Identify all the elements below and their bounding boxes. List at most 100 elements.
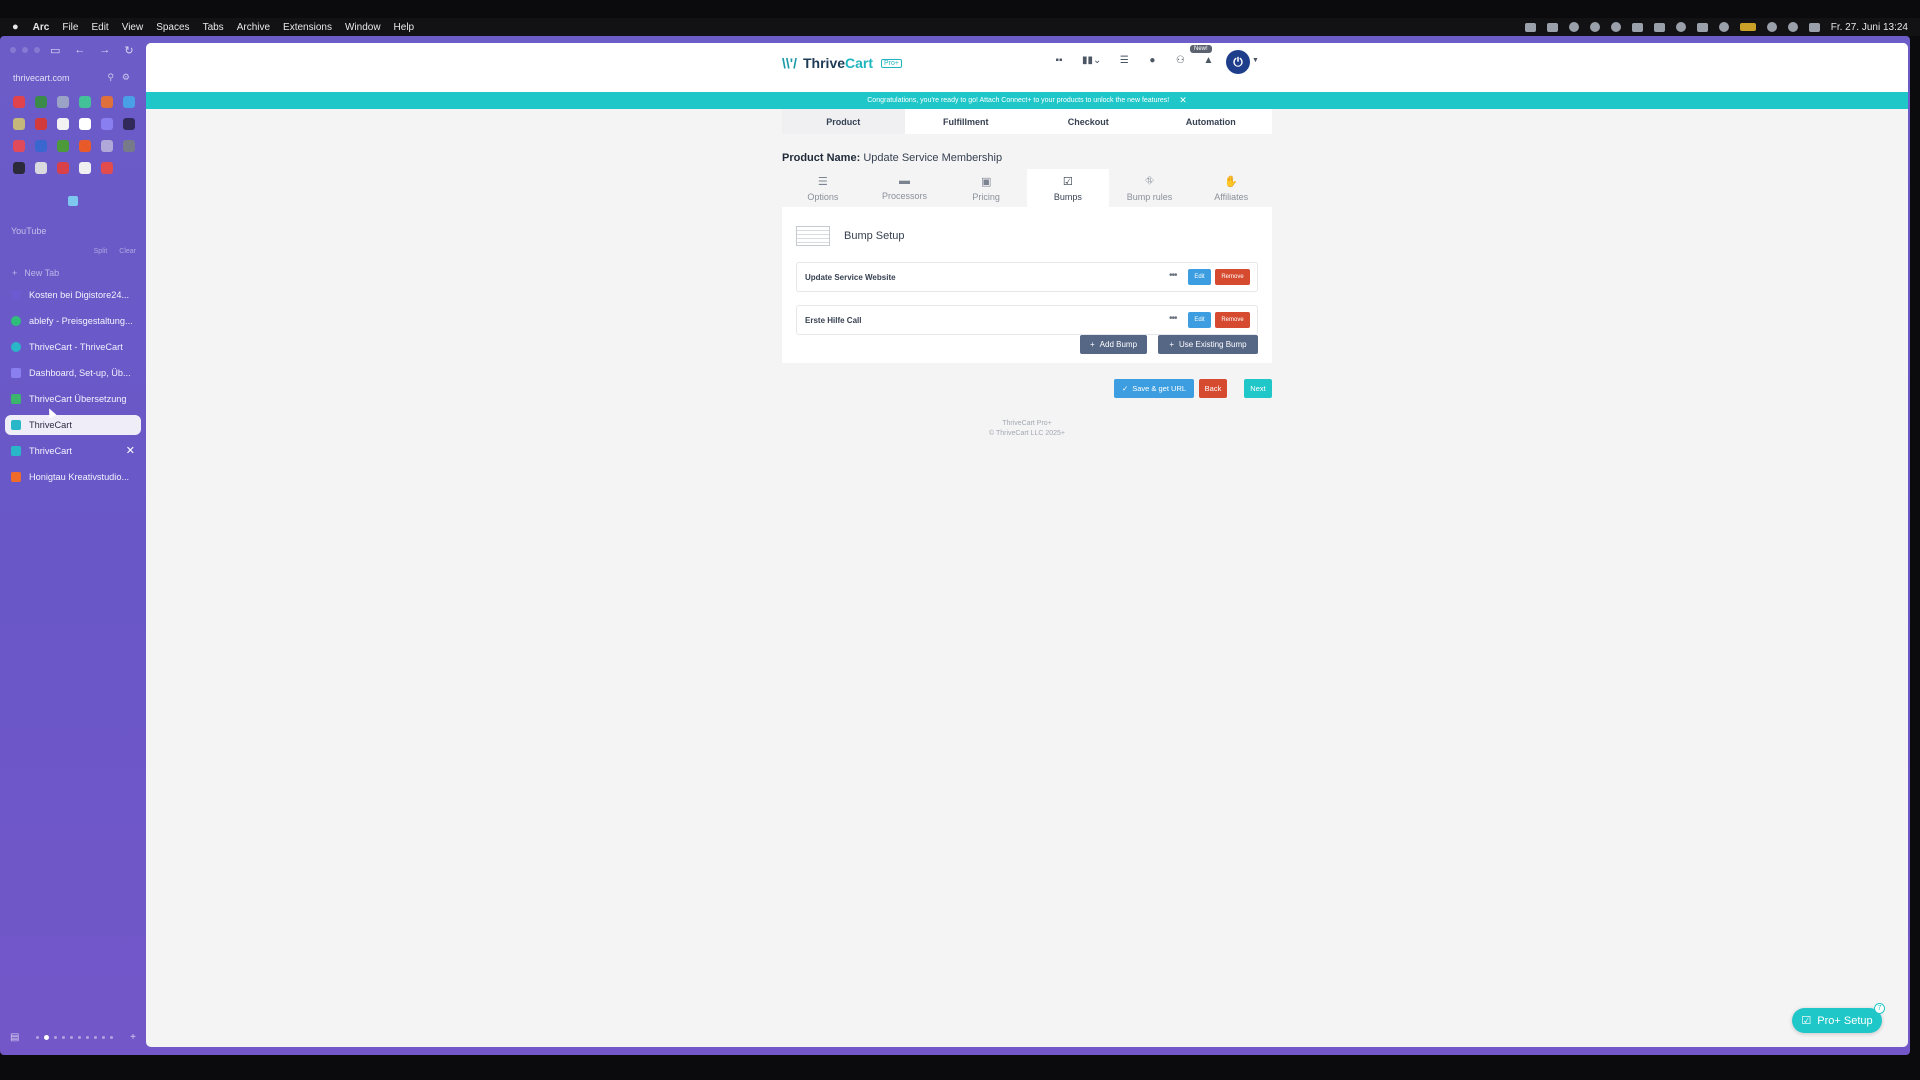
clock-icon[interactable]: [1718, 22, 1729, 32]
favorite-icon[interactable]: [13, 118, 25, 130]
save-and-get-url-button[interactable]: ✓ Save & get URL: [1114, 379, 1194, 398]
play-icon[interactable]: [1675, 22, 1686, 32]
space-dot[interactable]: [62, 1036, 66, 1039]
space-dot[interactable]: [94, 1036, 98, 1039]
screen-record-icon[interactable]: [1524, 22, 1536, 32]
favorite-icon[interactable]: [101, 162, 113, 174]
menu-help[interactable]: Help: [394, 22, 415, 33]
list-icon[interactable]: ☰: [1119, 55, 1129, 66]
vimeo-icon[interactable]: [1610, 22, 1621, 32]
apple-menu-icon[interactable]: ●: [12, 21, 19, 33]
tab-automation[interactable]: Automation: [1150, 109, 1273, 134]
subtab-bump-rules[interactable]: ⛗ Bump rules: [1109, 169, 1191, 207]
subtab-pricing[interactable]: ▣ Pricing: [945, 169, 1027, 207]
sidebar-tab[interactable]: ThriveCart - ThriveCart: [5, 337, 141, 357]
affiliates-network-icon[interactable]: ⚇: [1175, 55, 1185, 66]
sidebar-tab[interactable]: ThriveCart Übersetzung: [5, 389, 141, 409]
close-window-icon[interactable]: [10, 47, 16, 53]
add-bump-button[interactable]: + Add Bump: [1080, 335, 1147, 354]
favorite-icon[interactable]: [123, 96, 135, 108]
favorite-icon[interactable]: [13, 96, 25, 108]
favorite-icon[interactable]: [79, 140, 91, 152]
status-app-icon[interactable]: [1631, 22, 1643, 32]
space-dot[interactable]: [54, 1036, 58, 1039]
camera-icon[interactable]: [1546, 22, 1558, 32]
analytics-chart-icon[interactable]: ▮▮⌄: [1082, 55, 1101, 66]
menu-window[interactable]: Window: [345, 22, 381, 33]
sidebar-tab-hovered[interactable]: ThriveCart ✕: [5, 441, 141, 461]
space-dot[interactable]: [36, 1036, 40, 1039]
keyboard-icon[interactable]: [1653, 22, 1665, 32]
favorite-icon[interactable]: [13, 162, 25, 174]
status-app-icon[interactable]: [1568, 22, 1579, 32]
favorite-icon[interactable]: [35, 96, 47, 108]
menu-app-arc[interactable]: Arc: [33, 22, 50, 33]
menu-view[interactable]: View: [122, 22, 144, 33]
favorite-icon[interactable]: [13, 140, 25, 152]
favorite-icon[interactable]: [101, 118, 113, 130]
space-switcher[interactable]: [36, 1035, 114, 1040]
more-options-icon[interactable]: •••: [1169, 313, 1177, 324]
favorite-icon[interactable]: [79, 162, 91, 174]
back-button[interactable]: Back: [1199, 379, 1227, 398]
menu-edit[interactable]: Edit: [91, 22, 108, 33]
clear-tabs-button[interactable]: Clear: [119, 248, 136, 255]
back-arrow-icon[interactable]: ←: [74, 44, 85, 57]
more-options-icon[interactable]: •••: [1169, 270, 1177, 281]
subtab-bumps[interactable]: ☑ Bumps: [1027, 169, 1109, 207]
close-tab-icon[interactable]: ✕: [126, 444, 135, 457]
reload-icon[interactable]: ↻: [124, 44, 133, 57]
tab-checkout[interactable]: Checkout: [1027, 109, 1150, 134]
space-dot[interactable]: [102, 1036, 106, 1039]
tab-product[interactable]: Product: [782, 109, 905, 134]
dashboard-grid-icon[interactable]: ▪▪: [1054, 55, 1064, 66]
cloud-icon[interactable]: [1589, 22, 1600, 32]
favorite-icon[interactable]: [123, 118, 135, 130]
favorite-icon[interactable]: [68, 196, 78, 206]
favorite-icon[interactable]: [35, 162, 47, 174]
sidebar-tab[interactable]: Dashboard, Set-up, Üb...: [5, 363, 141, 383]
subtab-options[interactable]: ☰ Options: [782, 169, 864, 207]
menu-file[interactable]: File: [62, 22, 78, 33]
favorite-icon[interactable]: [35, 118, 47, 130]
favorite-icon[interactable]: [101, 140, 113, 152]
tab-fulfillment[interactable]: Fulfillment: [905, 109, 1028, 134]
favorite-icon[interactable]: [57, 162, 69, 174]
subtab-affiliates[interactable]: ✋ Affiliates: [1190, 169, 1272, 207]
subtab-processors[interactable]: ▬ Processors: [864, 169, 946, 207]
wifi-icon[interactable]: [1766, 22, 1777, 32]
toggle-sidebar-icon[interactable]: ▭: [50, 44, 60, 57]
favorite-icon[interactable]: [79, 118, 91, 130]
new-space-plus-icon[interactable]: +: [130, 1032, 136, 1043]
sidebar-tab[interactable]: Honigtau Kreativstudio...: [5, 467, 141, 487]
customers-user-icon[interactable]: ●: [1147, 55, 1157, 66]
menu-spaces[interactable]: Spaces: [156, 22, 189, 33]
space-dot-active[interactable]: [44, 1035, 50, 1040]
edit-bump-button[interactable]: Edit: [1188, 269, 1211, 285]
split-tabs-button[interactable]: Split: [94, 248, 108, 255]
favorite-icon[interactable]: [35, 140, 47, 152]
new-tab-button[interactable]: + New Tab: [12, 268, 59, 278]
close-banner-icon[interactable]: ✕: [1179, 95, 1187, 106]
menu-tabs[interactable]: Tabs: [203, 22, 224, 33]
sidebar-tab[interactable]: ablefy - Preisgestaltung...: [5, 311, 141, 331]
minimize-window-icon[interactable]: [22, 47, 28, 53]
sidebar-tab[interactable]: Kosten bei Digistore24...: [5, 285, 141, 305]
zoom-window-icon[interactable]: [34, 47, 40, 53]
edit-bump-button[interactable]: Edit: [1188, 312, 1211, 328]
menu-archive[interactable]: Archive: [237, 22, 270, 33]
account-power-icon[interactable]: ⏻: [1226, 50, 1250, 74]
archive-icon[interactable]: ▤: [10, 1032, 19, 1043]
menu-extensions[interactable]: Extensions: [283, 22, 332, 33]
site-settings-icon[interactable]: ⚙: [122, 72, 130, 83]
spotlight-search-icon[interactable]: [1787, 22, 1798, 32]
remove-bump-button[interactable]: Remove: [1215, 269, 1250, 285]
favorite-icon[interactable]: [57, 140, 69, 152]
favorite-icon[interactable]: [79, 96, 91, 108]
chevron-down-icon[interactable]: ▼: [1252, 57, 1259, 64]
favorite-icon[interactable]: [123, 140, 135, 152]
space-dot[interactable]: [110, 1036, 114, 1039]
battery-icon[interactable]: [1739, 23, 1756, 31]
space-dot[interactable]: [78, 1036, 82, 1039]
pro-setup-button[interactable]: ☑ Pro+ Setup 7: [1792, 1003, 1885, 1033]
